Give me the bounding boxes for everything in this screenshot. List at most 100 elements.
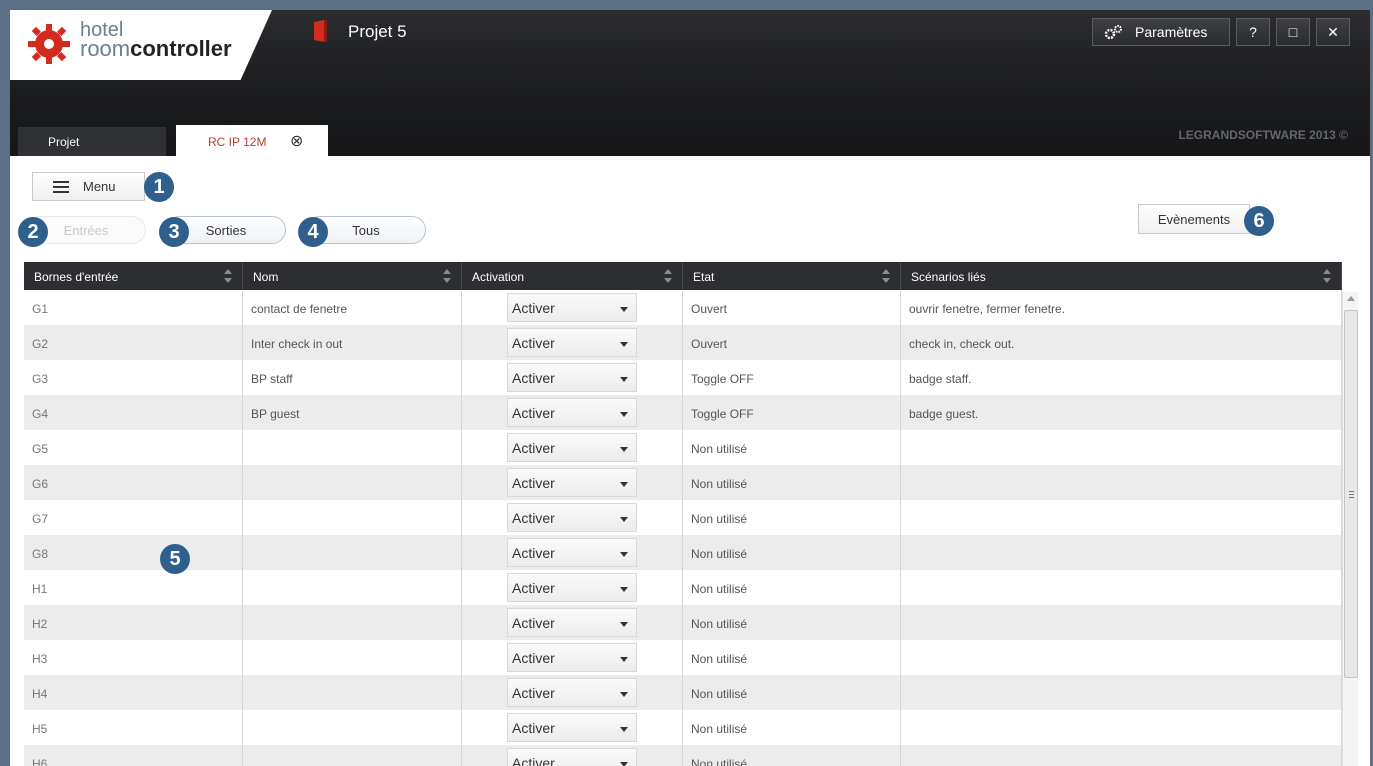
cell-nom[interactable] — [243, 605, 462, 640]
cell-nom[interactable] — [243, 675, 462, 710]
sort-icon[interactable] — [1323, 269, 1331, 283]
scrollbar-thumb[interactable] — [1344, 310, 1358, 678]
activation-select[interactable]: Activer — [507, 398, 637, 427]
cell-nom[interactable] — [243, 465, 462, 500]
cell-activation: Activer — [462, 500, 683, 535]
activation-select[interactable]: Activer — [507, 538, 637, 567]
activation-select[interactable]: Activer — [507, 328, 637, 357]
events-button[interactable]: Evènements — [1138, 204, 1250, 234]
activation-select[interactable]: Activer — [507, 433, 637, 462]
callout-badge-4: 4 — [298, 217, 328, 247]
cell-nom[interactable] — [243, 745, 462, 766]
chevron-down-icon — [620, 762, 628, 766]
column-header-activation[interactable]: Activation — [462, 262, 683, 290]
activation-select-value: Activer — [512, 440, 555, 456]
cell-etat: Non utilisé — [683, 675, 901, 710]
column-header-etat[interactable]: Etat — [683, 262, 901, 290]
gears-icon — [1104, 25, 1122, 40]
activation-select[interactable]: Activer — [507, 363, 637, 392]
sort-icon[interactable] — [224, 269, 232, 283]
table-row[interactable]: H1 Activer Non utilisé — [24, 570, 1342, 605]
column-header-bornes[interactable]: Bornes d'entrée — [24, 262, 243, 290]
window-controls: Paramètres ? □ ✕ — [1092, 18, 1350, 46]
activation-select[interactable]: Activer — [507, 503, 637, 532]
menu-button[interactable]: Menu — [32, 172, 145, 201]
cell-nom[interactable] — [243, 500, 462, 535]
activation-select[interactable]: Activer — [507, 468, 637, 497]
cell-nom[interactable]: BP staff — [243, 360, 462, 395]
column-header-label: Etat — [693, 270, 715, 284]
cell-activation: Activer — [462, 570, 683, 605]
cell-nom[interactable] — [243, 710, 462, 745]
table-row[interactable]: G2 Inter check in out Activer Ouvert check i… — [24, 325, 1342, 360]
cell-etat: Ouvert — [683, 290, 901, 325]
callout-badge-1: 1 — [144, 172, 174, 202]
close-tab-icon[interactable]: ⊗ — [290, 131, 310, 151]
table-row[interactable]: H5 Activer Non utilisé — [24, 710, 1342, 745]
table-row[interactable]: G3 BP staff Activer Toggle OFF badge staff. — [24, 360, 1342, 395]
table-row[interactable]: H4 Activer Non utilisé — [24, 675, 1342, 710]
cell-nom[interactable] — [243, 640, 462, 675]
table-row[interactable]: G8 Activer Non utilisé — [24, 535, 1342, 570]
cell-scenarios — [901, 640, 1342, 675]
cell-scenarios — [901, 605, 1342, 640]
cell-nom[interactable] — [243, 570, 462, 605]
close-button[interactable]: ✕ — [1316, 18, 1350, 46]
sort-icon[interactable] — [882, 269, 890, 283]
cell-activation: Activer — [462, 535, 683, 570]
maximize-button[interactable]: □ — [1276, 18, 1310, 46]
cell-activation: Activer — [462, 395, 683, 430]
cell-borne: G4 — [24, 395, 243, 430]
table-row[interactable]: H3 Activer Non utilisé — [24, 640, 1342, 675]
tab-rc-ip-12m[interactable]: RC IP 12M ⊗ — [176, 125, 328, 156]
activation-select-value: Activer — [512, 545, 555, 561]
cell-nom[interactable] — [243, 430, 462, 465]
table-row[interactable]: H6 Activer Non utilisé — [24, 745, 1342, 766]
cell-nom[interactable]: contact de fenetre — [243, 290, 462, 325]
vertical-scrollbar[interactable] — [1342, 292, 1358, 766]
callout-badge-5: 5 — [160, 544, 190, 574]
cell-etat: Non utilisé — [683, 640, 901, 675]
sort-icon[interactable] — [443, 269, 451, 283]
activation-select[interactable]: Activer — [507, 573, 637, 602]
table-row[interactable]: G6 Activer Non utilisé — [24, 465, 1342, 500]
table-row[interactable]: G1 contact de fenetre Activer Ouvert ouvrir … — [24, 290, 1342, 325]
activation-select[interactable]: Activer — [507, 608, 637, 637]
tab-projet[interactable]: Projet — [18, 127, 166, 156]
activation-select[interactable]: Activer — [507, 678, 637, 707]
cell-activation: Activer — [462, 710, 683, 745]
cell-etat: Non utilisé — [683, 570, 901, 605]
table-row[interactable]: H2 Activer Non utilisé — [24, 605, 1342, 640]
scroll-up-icon[interactable] — [1347, 296, 1355, 301]
activation-select[interactable]: Activer — [507, 293, 637, 322]
column-header-nom[interactable]: Nom — [243, 262, 462, 290]
cell-activation: Activer — [462, 745, 683, 766]
chevron-down-icon — [620, 587, 628, 592]
cell-etat: Toggle OFF — [683, 360, 901, 395]
activation-select[interactable]: Activer — [507, 643, 637, 672]
cell-scenarios: check in, check out. — [901, 325, 1342, 360]
cell-etat: Non utilisé — [683, 605, 901, 640]
cell-borne: H2 — [24, 605, 243, 640]
activation-select-value: Activer — [512, 685, 555, 701]
help-button[interactable]: ? — [1236, 18, 1270, 46]
table-row[interactable]: G4 BP guest Activer Toggle OFF badge guest. — [24, 395, 1342, 430]
cell-activation: Activer — [462, 290, 683, 325]
column-header-scenarios[interactable]: Scénarios liés — [901, 262, 1342, 290]
table-row[interactable]: G5 Activer Non utilisé — [24, 430, 1342, 465]
cell-nom[interactable]: Inter check in out — [243, 325, 462, 360]
table-row[interactable]: G7 Activer Non utilisé — [24, 500, 1342, 535]
activation-select[interactable]: Activer — [507, 713, 637, 742]
cell-nom[interactable] — [243, 535, 462, 570]
cell-activation: Activer — [462, 325, 683, 360]
sort-icon[interactable] — [664, 269, 672, 283]
title-bar: hotel roomcontroller Projet 5 Paramètres… — [10, 10, 1370, 156]
activation-select-value: Activer — [512, 615, 555, 631]
settings-button[interactable]: Paramètres — [1092, 18, 1230, 46]
cell-nom[interactable]: BP guest — [243, 395, 462, 430]
column-header-label: Nom — [253, 270, 279, 284]
cell-scenarios — [901, 430, 1342, 465]
activation-select[interactable]: Activer — [507, 748, 637, 766]
callout-badge-2: 2 — [18, 217, 48, 247]
cell-borne: H6 — [24, 745, 243, 766]
